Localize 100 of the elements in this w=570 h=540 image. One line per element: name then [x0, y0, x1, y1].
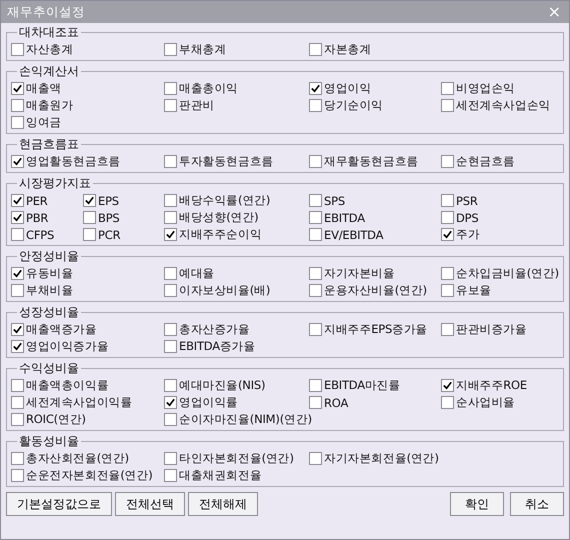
checkbox[interactable] — [309, 396, 322, 409]
checkbox-option[interactable]: 예대마진율(NIS) — [164, 378, 309, 393]
checkbox-option[interactable]: EBITDA — [309, 210, 441, 224]
checkbox[interactable] — [441, 267, 454, 280]
checkbox-option[interactable]: 지배주주순이익 — [164, 227, 309, 242]
checkbox[interactable] — [83, 194, 96, 207]
checkbox[interactable] — [164, 284, 177, 297]
checkbox-option[interactable]: PCR — [83, 228, 164, 242]
checkbox-option[interactable]: 총자산회전율(연간) — [11, 451, 164, 466]
checkbox-option[interactable]: 배당수익률(연간) — [164, 193, 309, 208]
checkbox[interactable] — [441, 228, 454, 241]
checkbox[interactable] — [309, 82, 322, 95]
checkbox[interactable] — [11, 228, 24, 241]
checkbox[interactable] — [11, 396, 24, 409]
checkbox-option[interactable]: 주가 — [441, 227, 563, 242]
checkbox-option[interactable]: 자산총계 — [11, 42, 164, 57]
checkbox-option[interactable]: 예대율 — [164, 266, 309, 281]
checkbox[interactable] — [309, 452, 322, 465]
checkbox[interactable] — [309, 379, 322, 392]
checkbox[interactable] — [164, 340, 177, 353]
checkbox[interactable] — [11, 194, 24, 207]
checkbox[interactable] — [164, 469, 177, 482]
checkbox-option[interactable]: PBR — [11, 210, 83, 224]
checkbox-option[interactable]: 이자보상비율(배) — [164, 283, 309, 298]
checkbox[interactable] — [11, 267, 24, 280]
checkbox[interactable] — [164, 452, 177, 465]
checkbox-option[interactable]: 순이자마진율(NIM)(연간) — [164, 412, 309, 427]
checkbox[interactable] — [83, 228, 96, 241]
checkbox[interactable] — [441, 194, 454, 207]
checkbox[interactable] — [164, 228, 177, 241]
checkbox-option[interactable]: 영업이익 — [309, 81, 441, 96]
checkbox-option[interactable]: 영업이익증가율 — [11, 339, 164, 354]
checkbox-option[interactable]: 지배주주ROE — [441, 378, 563, 393]
checkbox[interactable] — [164, 82, 177, 95]
checkbox-option[interactable]: DPS — [441, 210, 563, 224]
checkbox-option[interactable]: EBITDA증가율 — [164, 339, 309, 354]
checkbox-option[interactable]: 세전계속사업이익률 — [11, 395, 164, 410]
checkbox-option[interactable]: 매출액총이익률 — [11, 378, 164, 393]
checkbox[interactable] — [441, 284, 454, 297]
checkbox-option[interactable]: 당기순이익 — [309, 98, 441, 113]
checkbox[interactable] — [309, 228, 322, 241]
checkbox[interactable] — [309, 267, 322, 280]
checkbox-option[interactable]: 매출원가 — [11, 98, 164, 113]
checkbox-option[interactable]: 자본총계 — [309, 42, 441, 57]
checkbox[interactable] — [164, 43, 177, 56]
checkbox[interactable] — [11, 99, 24, 112]
checkbox-option[interactable]: 판관비증가율 — [441, 322, 563, 337]
checkbox-option[interactable]: 부채총계 — [164, 42, 309, 57]
checkbox-option[interactable]: 순운전자본회전율(연간) — [11, 468, 164, 483]
checkbox[interactable] — [164, 396, 177, 409]
dialog-button[interactable]: 취소 — [510, 492, 564, 516]
checkbox-option[interactable]: 대출채권회전율 — [164, 468, 309, 483]
checkbox[interactable] — [11, 211, 24, 224]
checkbox-option[interactable]: CFPS — [11, 228, 83, 242]
checkbox-option[interactable]: 잉여금 — [11, 115, 164, 130]
checkbox[interactable] — [164, 155, 177, 168]
checkbox-option[interactable]: ROA — [309, 396, 441, 410]
checkbox[interactable] — [11, 155, 24, 168]
checkbox-option[interactable]: 순차입금비율(연간) — [441, 266, 563, 281]
checkbox-option[interactable]: 영업활동현금흐름 — [11, 154, 164, 169]
checkbox-option[interactable]: 판관비 — [164, 98, 309, 113]
checkbox[interactable] — [11, 452, 24, 465]
dialog-button[interactable]: 전체해제 — [188, 492, 258, 516]
checkbox[interactable] — [164, 413, 177, 426]
checkbox-option[interactable]: 매출액 — [11, 81, 164, 96]
checkbox-option[interactable]: ROIC(연간) — [11, 412, 164, 427]
checkbox-option[interactable]: 유동비율 — [11, 266, 164, 281]
checkbox-option[interactable]: 유보율 — [441, 283, 563, 298]
checkbox[interactable] — [164, 194, 177, 207]
checkbox-option[interactable]: 투자활동현금흐름 — [164, 154, 309, 169]
checkbox[interactable] — [309, 43, 322, 56]
checkbox-option[interactable]: 순사업비율 — [441, 395, 563, 410]
checkbox[interactable] — [309, 211, 322, 224]
checkbox-option[interactable]: 타인자본회전율(연간) — [164, 451, 309, 466]
checkbox[interactable] — [441, 379, 454, 392]
checkbox-option[interactable]: 순현금흐름 — [441, 154, 563, 169]
checkbox[interactable] — [11, 379, 24, 392]
checkbox-option[interactable]: 자기자본비율 — [309, 266, 441, 281]
checkbox-option[interactable]: EPS — [83, 194, 164, 208]
checkbox[interactable] — [309, 155, 322, 168]
checkbox[interactable] — [441, 211, 454, 224]
checkbox[interactable] — [441, 99, 454, 112]
checkbox[interactable] — [11, 340, 24, 353]
checkbox[interactable] — [164, 323, 177, 336]
checkbox-option[interactable]: 매출액증가율 — [11, 322, 164, 337]
checkbox[interactable] — [164, 267, 177, 280]
checkbox[interactable] — [11, 323, 24, 336]
checkbox[interactable] — [11, 82, 24, 95]
checkbox-option[interactable]: PSR — [441, 194, 563, 208]
checkbox-option[interactable]: PER — [11, 194, 83, 208]
checkbox-option[interactable]: EBITDA마진률 — [309, 378, 441, 393]
checkbox[interactable] — [164, 379, 177, 392]
checkbox-option[interactable]: 매출총이익 — [164, 81, 309, 96]
checkbox-option[interactable]: 총자산증가율 — [164, 322, 309, 337]
checkbox-option[interactable]: 세전계속사업손익 — [441, 98, 563, 113]
checkbox-option[interactable]: 부채비율 — [11, 283, 164, 298]
checkbox[interactable] — [164, 211, 177, 224]
dialog-button[interactable]: 확인 — [450, 492, 504, 516]
checkbox[interactable] — [441, 323, 454, 336]
checkbox[interactable] — [164, 99, 177, 112]
